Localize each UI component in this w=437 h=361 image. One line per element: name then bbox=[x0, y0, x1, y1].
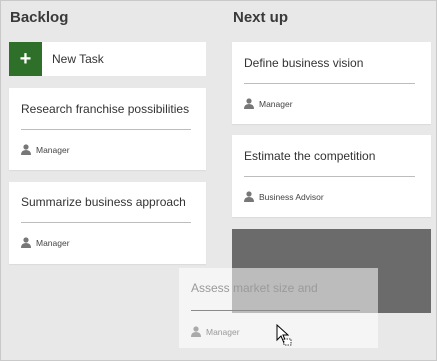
assignee-name: Manager bbox=[206, 326, 240, 337]
assignee-name: Manager bbox=[36, 237, 70, 248]
person-icon bbox=[191, 326, 201, 337]
task-title: Estimate the competition bbox=[244, 149, 376, 163]
task-title: Define business vision bbox=[244, 56, 364, 70]
task-card[interactable]: Estimate the competition Business Adviso… bbox=[232, 135, 431, 217]
assignee-name: Business Advisor bbox=[259, 191, 324, 202]
backlog-column-title: Backlog bbox=[10, 9, 69, 26]
task-card[interactable]: Research franchise possibilities Manager bbox=[9, 88, 206, 170]
divider bbox=[191, 310, 360, 311]
divider bbox=[21, 222, 191, 223]
person-icon bbox=[21, 144, 31, 155]
assignee: Business Advisor bbox=[244, 191, 324, 202]
assignee: Manager bbox=[21, 237, 70, 248]
divider bbox=[244, 176, 415, 177]
person-icon bbox=[21, 237, 31, 248]
divider bbox=[21, 129, 191, 130]
task-card[interactable]: Summarize business approach Manager bbox=[9, 182, 206, 264]
new-task-label: New Task bbox=[52, 52, 104, 66]
plus-icon: + bbox=[9, 42, 42, 76]
person-icon bbox=[244, 98, 254, 109]
divider bbox=[244, 83, 415, 84]
drag-cursor-icon bbox=[276, 324, 292, 346]
assignee: Manager bbox=[191, 326, 240, 337]
planner-board: Backlog Next up + New Task Research fran… bbox=[0, 0, 437, 361]
task-title: Summarize business approach bbox=[21, 195, 186, 209]
assignee: Manager bbox=[21, 144, 70, 155]
task-title: Assess market size and bbox=[191, 281, 318, 295]
task-card[interactable]: Define business vision Manager bbox=[232, 42, 431, 124]
person-icon bbox=[244, 191, 254, 202]
new-task-button[interactable]: + New Task bbox=[9, 42, 206, 76]
assignee-name: Manager bbox=[259, 98, 293, 109]
next-up-column-title: Next up bbox=[233, 9, 289, 26]
assignee: Manager bbox=[244, 98, 293, 109]
task-title: Research franchise possibilities bbox=[21, 102, 190, 116]
assignee-name: Manager bbox=[36, 144, 70, 155]
